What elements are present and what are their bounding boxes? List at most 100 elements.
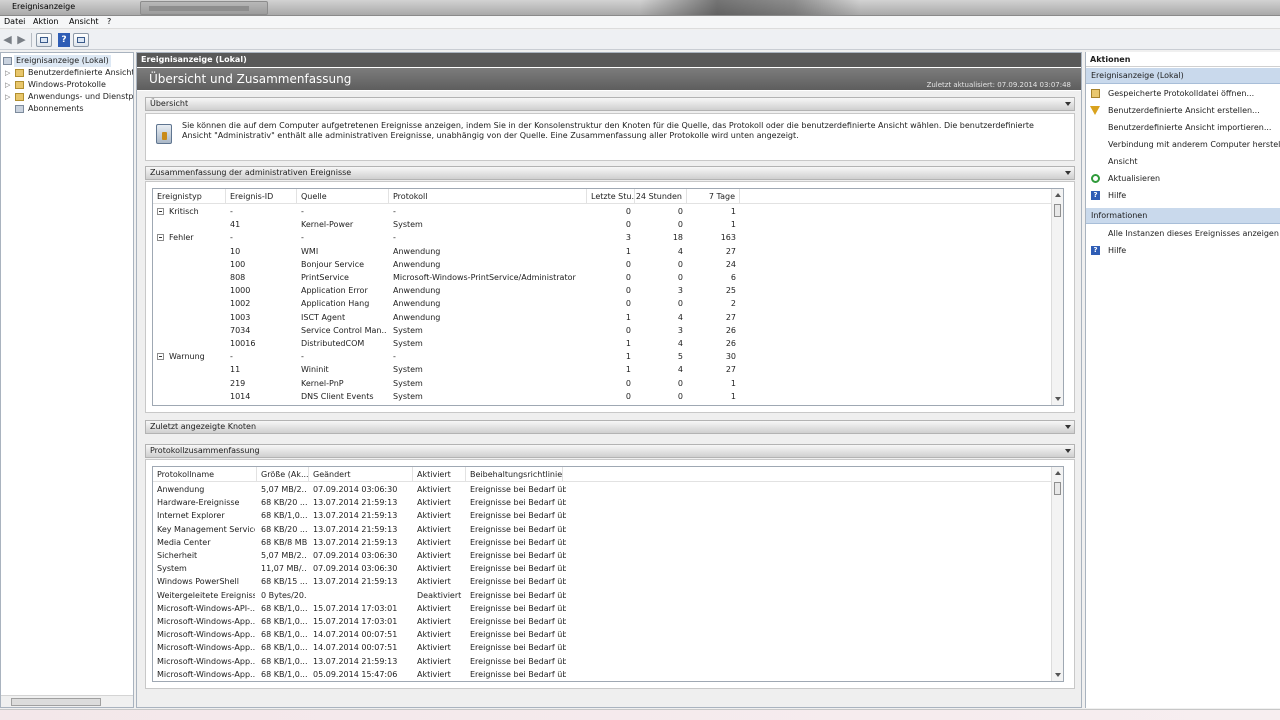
column-header[interactable]: Letzte Stu...: [587, 189, 635, 204]
action-show-all-instances[interactable]: Alle Instanzen dieses Ereignisses anzeig…: [1086, 225, 1280, 242]
menu-aktion[interactable]: Aktion: [33, 17, 58, 26]
table-row[interactable]: Anwendung 5,07 MB/2... 07.09.2014 03:06:30…: [153, 483, 1063, 496]
column-header[interactable]: Quelle: [297, 189, 389, 204]
expand-arrow-icon[interactable]: ▷: [5, 91, 11, 103]
tree-item-windows-protokolle[interactable]: ▷ Windows-Protokolle: [1, 79, 133, 91]
admin-summary-table[interactable]: Ereignistyp Ereignis-ID Quelle Protokoll…: [152, 188, 1064, 406]
help-icon[interactable]: ?: [58, 33, 70, 47]
scroll-down-icon[interactable]: [1055, 673, 1061, 677]
table-row[interactable]: Hardware-Ereignisse 68 KB/20 ... 13.07.201…: [153, 496, 1063, 509]
action-view[interactable]: Ansicht: [1086, 153, 1280, 170]
section-admin-summary-header[interactable]: Zusammenfassung der administrativen Erei…: [145, 166, 1075, 180]
tree-item-ereignisanzeige[interactable]: Ereignisanzeige (Lokal): [1, 55, 133, 67]
action-import-custom-view[interactable]: Benutzerdefinierte Ansicht importieren..…: [1086, 119, 1280, 136]
table-row[interactable]: Windows PowerShell 68 KB/15 ... 13.07.2014…: [153, 575, 1063, 588]
table-row[interactable]: 1002 Application Hang Anwendung 0 0 2: [153, 297, 1063, 310]
tree-item-abonnements[interactable]: Abonnements: [1, 103, 133, 115]
scroll-up-icon[interactable]: [1055, 471, 1061, 475]
table-row[interactable]: Microsoft-Windows-App... 68 KB/1,0... 13.0…: [153, 655, 1063, 668]
chevron-up-icon[interactable]: [1065, 102, 1071, 106]
column-header[interactable]: Protokoll: [389, 189, 587, 204]
scrollbar-thumb[interactable]: [1054, 482, 1061, 495]
chevron-up-icon[interactable]: [1065, 449, 1071, 453]
collapse-toggle-icon[interactable]: [157, 234, 164, 242]
section-log-summary-header[interactable]: Protokollzusammenfassung: [145, 444, 1075, 458]
expand-arrow-icon[interactable]: ▷: [5, 67, 11, 79]
column-header[interactable]: Geändert: [309, 467, 413, 482]
scroll-up-icon[interactable]: [1055, 193, 1061, 197]
scrollbar-thumb[interactable]: [11, 698, 101, 706]
vertical-scrollbar[interactable]: [1051, 467, 1063, 681]
log-cell: 68 KB/20 ...: [261, 498, 307, 508]
expand-arrow-icon[interactable]: ▷: [5, 79, 11, 91]
menu-help[interactable]: ?: [107, 17, 111, 26]
back-arrow-icon[interactable]: ◀: [2, 33, 13, 47]
action-refresh[interactable]: Aktualisieren: [1086, 170, 1280, 187]
column-header[interactable]: 24 Stunden: [635, 189, 687, 204]
table-row[interactable]: 10 WMI Anwendung 1 4 27: [153, 245, 1063, 258]
forward-arrow-icon[interactable]: ▶: [16, 33, 27, 47]
table-row[interactable]: Microsoft-Windows-App... 68 KB/1,0... 14.0…: [153, 641, 1063, 654]
event-group-row[interactable]: Fehler - - - 3 18 163: [153, 231, 1063, 244]
menu-ansicht[interactable]: Ansicht: [69, 17, 99, 26]
show-hide-tree-button[interactable]: [36, 33, 52, 47]
section-recent-nodes-header[interactable]: Zuletzt angezeigte Knoten: [145, 420, 1075, 434]
tree-item-anwendungs-und-dienstprotokolle[interactable]: ▷ Anwendungs- und Dienstprotokolle: [1, 91, 133, 103]
column-header[interactable]: Größe (Ak...: [257, 467, 309, 482]
vertical-scrollbar[interactable]: [1051, 189, 1063, 405]
menu-datei[interactable]: Datei: [4, 17, 25, 26]
column-header[interactable]: Beibehaltungsrichtlinie: [466, 467, 563, 482]
column-header[interactable]: Ereignis-ID: [226, 189, 297, 204]
tree-horizontal-scrollbar[interactable]: [1, 695, 133, 707]
chevron-up-icon[interactable]: [1065, 171, 1071, 175]
collapse-toggle-icon[interactable]: [157, 208, 164, 215]
log-cell: 68 KB/1,0...: [261, 511, 307, 521]
action-info-help[interactable]: ? Hilfe: [1086, 242, 1280, 259]
column-header[interactable]: 7 Tage: [687, 189, 740, 204]
table-row[interactable]: 1003 ISCT Agent Anwendung 1 4 27: [153, 311, 1063, 324]
cell-hour: 0: [625, 299, 631, 309]
table-row[interactable]: 11 Wininit System 1 4 27: [153, 363, 1063, 376]
log-cell: Hardware-Ereignisse: [157, 498, 240, 508]
cell-id: 1003: [230, 312, 251, 322]
table-row[interactable]: Microsoft-Windows-App... 68 KB/1,0... 15.0…: [153, 615, 1063, 628]
event-group-row[interactable]: Warnung - - - 1 5 30: [153, 350, 1063, 363]
action-open-saved-log[interactable]: Gespeicherte Protokolldatei öffnen...: [1086, 85, 1280, 102]
action-connect-computer[interactable]: Verbindung mit anderem Computer herstell…: [1086, 136, 1280, 153]
show-hide-actions-button[interactable]: [73, 33, 89, 47]
table-row[interactable]: Key Management Service 68 KB/20 ... 13.07.…: [153, 523, 1063, 536]
scroll-down-icon[interactable]: [1055, 397, 1061, 401]
action-create-custom-view[interactable]: Benutzerdefinierte Ansicht erstellen...: [1086, 102, 1280, 119]
column-header[interactable]: Ereignistyp: [153, 189, 226, 204]
action-group-informationen[interactable]: Informationen: [1086, 208, 1280, 224]
table-row[interactable]: 10016 DistributedCOM System 1 4 26: [153, 337, 1063, 350]
log-cell: 68 KB/1,0...: [261, 669, 307, 679]
action-help[interactable]: ? Hilfe: [1086, 187, 1280, 204]
chevron-down-icon[interactable]: [1065, 425, 1071, 429]
table-row[interactable]: 1014 DNS Client Events System 0 0 1: [153, 390, 1063, 403]
collapse-toggle-icon[interactable]: [157, 353, 164, 361]
table-row[interactable]: Weitergeleitete Ereignisse 0 Bytes/20... D…: [153, 589, 1063, 602]
table-row[interactable]: 1000 Application Error Anwendung 0 3 25: [153, 284, 1063, 297]
action-group-ereignisanzeige[interactable]: Ereignisanzeige (Lokal): [1086, 68, 1280, 84]
table-row[interactable]: 219 Kernel-PnP System 0 0 1: [153, 377, 1063, 390]
table-row[interactable]: Microsoft-Windows-App... 68 KB/1,0... 05.0…: [153, 668, 1063, 681]
table-row[interactable]: 7034 Service Control Man... System 0 3 26: [153, 324, 1063, 337]
table-row[interactable]: Microsoft-Windows-API-... 68 KB/1,0... 15.…: [153, 602, 1063, 615]
column-header[interactable]: Aktiviert: [413, 467, 466, 482]
table-row[interactable]: 100 Bonjour Service Anwendung 0 0 24: [153, 258, 1063, 271]
table-row[interactable]: Sicherheit 5,07 MB/2... 07.09.2014 03:06:3…: [153, 549, 1063, 562]
table-row[interactable]: Microsoft-Windows-App... 68 KB/1,0... 14.0…: [153, 628, 1063, 641]
event-group-row[interactable]: Kritisch - - - 0 0 1: [153, 205, 1063, 218]
cell-source: Bonjour Service: [301, 259, 365, 269]
table-row[interactable]: Media Center 68 KB/8 MB 13.07.2014 21:59:1…: [153, 536, 1063, 549]
column-header[interactable]: Protokollname: [153, 467, 257, 482]
table-row[interactable]: 808 PrintService Microsoft-Windows-PrintSe…: [153, 271, 1063, 284]
table-row[interactable]: Internet Explorer 68 KB/1,0... 13.07.2014 …: [153, 509, 1063, 522]
table-row[interactable]: 41 Kernel-Power System 0 0 1: [153, 218, 1063, 231]
tree-item-benutzerdefinierte-ansichten[interactable]: ▷ Benutzerdefinierte Ansichten: [1, 67, 133, 79]
scrollbar-thumb[interactable]: [1054, 204, 1061, 217]
section-overview-header[interactable]: Übersicht: [145, 97, 1075, 111]
log-summary-table[interactable]: Protokollname Größe (Ak... Geändert Akti…: [152, 466, 1064, 682]
table-row[interactable]: System 11,07 MB/... 07.09.2014 03:06:30 Akt…: [153, 562, 1063, 575]
